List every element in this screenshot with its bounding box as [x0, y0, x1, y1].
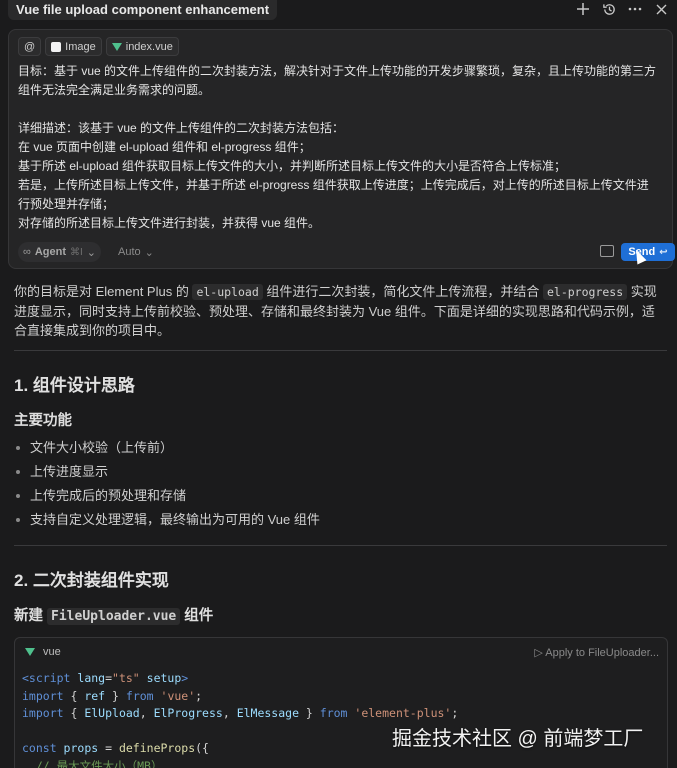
code-token: > — [181, 671, 189, 685]
prompt-line: 对存储的所述目标上传文件进行封装，并获得 vue 组件。 — [18, 216, 321, 230]
history-icon[interactable] — [601, 1, 617, 17]
code-line: // 最大文件大小（MB） — [22, 758, 659, 768]
chevron-down-icon: ⌄ — [144, 246, 154, 259]
file-chip-index-vue[interactable]: index.vue — [105, 37, 179, 56]
vue-icon — [25, 648, 35, 656]
inline-code: FileUploader.vue — [47, 608, 181, 625]
code-token: props — [56, 741, 99, 755]
list-item: 上传进度显示 — [14, 463, 654, 487]
response-intro: 你的目标是对 Element Plus 的 el-upload 组件进行二次封装… — [14, 284, 657, 338]
features-list: 文件大小校验（上传前） 上传进度显示 上传完成后的预处理和存储 支持自定义处理逻… — [14, 439, 654, 535]
list-item: 文件大小校验（上传前） — [14, 439, 654, 463]
code-token: , — [139, 706, 154, 720]
section-heading: 2. 二次封装组件实现 — [14, 571, 169, 590]
return-key-icon: ↩ — [659, 246, 668, 258]
close-icon[interactable] — [653, 1, 669, 17]
composer-footer: ∞ Agent ⌘I ⌄ Auto ⌄ Send ↩ — [18, 242, 675, 262]
code-token: const — [22, 741, 57, 755]
apply-to-file-button[interactable]: ▷ Apply to FileUploader... — [534, 646, 659, 659]
code-token: ElMessage — [236, 706, 299, 720]
divider — [14, 350, 667, 351]
code-token: defineProps — [118, 741, 196, 755]
code-token: <script — [22, 671, 78, 685]
section-heading: 1. 组件设计思路 — [14, 376, 135, 395]
attach-image-icon[interactable] — [600, 245, 614, 257]
code-token: { — [63, 706, 85, 720]
mention-chip[interactable]: @ — [18, 37, 42, 56]
prompt-line: 详细描述：该基于 vue 的文件上传组件的二次封装方法包括： — [18, 121, 345, 135]
code-block-header: vue ▷ Apply to FileUploader... — [15, 638, 667, 666]
context-chips: @ Image index.vue — [18, 37, 179, 56]
code-line: import { ElUpload, ElProgress, ElMessage… — [22, 705, 659, 723]
top-icons — [575, 0, 669, 18]
code-token: ElProgress — [153, 706, 223, 720]
model-selector[interactable]: Auto ⌄ — [118, 242, 154, 262]
prompt-line: 若是，上传所述目标上传文件，并基于所述 el-progress 组件获取上传进度… — [18, 178, 649, 192]
code-token: = — [105, 671, 113, 685]
code-token: } — [105, 688, 126, 703]
message-composer[interactable]: @ Image index.vue 目标：基于 vue 的文件上传组件的二次封装… — [8, 29, 675, 269]
prompt-blank-line — [18, 100, 663, 119]
prompt-line: 在 vue 页面中创建 el-upload 组件和 el-progress 组件… — [18, 140, 311, 154]
image-chip[interactable]: Image — [45, 37, 102, 56]
code-token: // 最大文件大小（MB） — [22, 758, 163, 768]
code-token: } — [299, 706, 320, 720]
code-body: <script lang="ts" setup> import { ref } f… — [15, 666, 667, 768]
inline-code: el-progress — [542, 284, 628, 300]
more-icon[interactable] — [627, 1, 643, 17]
subsection-heading: 主要功能 — [14, 413, 72, 429]
code-token: lang — [77, 671, 106, 685]
prompt-line: 行预处理并存储； — [18, 197, 115, 211]
agent-shortcut: ⌘I — [70, 246, 83, 258]
prompt-text[interactable]: 目标：基于 vue 的文件上传组件的二次封装方法，解决针对于文件上传功能的开发步… — [18, 62, 663, 233]
code-token: "ts" — [112, 671, 140, 685]
code-token: { — [63, 688, 85, 703]
new-file-heading: 新建 FileUploader.vue 组件 — [14, 608, 214, 625]
list-item: 上传完成后的预处理和存储 — [14, 487, 654, 511]
code-line: import { ref } from 'vue'; — [22, 688, 659, 706]
send-button[interactable]: Send ↩ — [621, 243, 675, 261]
code-token: import — [22, 706, 64, 720]
code-token: ({ — [195, 741, 209, 755]
prompt-line: 目标：基于 vue 的文件上传组件的二次封装方法，解决针对于文件上传功能的开发步… — [18, 64, 657, 78]
code-token: from — [319, 706, 348, 720]
image-icon — [51, 41, 62, 52]
agent-mode-selector[interactable]: ∞ Agent ⌘I ⌄ — [18, 242, 102, 262]
code-token: , — [222, 706, 237, 720]
prompt-line: 基于所述 el-upload 组件获取目标上传文件的大小，并判断所述目标上传文件… — [18, 159, 567, 173]
code-token: 'element-plus' — [347, 706, 452, 720]
code-token: ; — [451, 706, 459, 720]
code-token: = — [98, 741, 119, 755]
code-language: vue — [25, 646, 61, 658]
chat-title-tab[interactable]: Vue file upload component enhancement — [8, 0, 278, 20]
divider — [14, 545, 667, 546]
code-token: import — [22, 688, 64, 703]
watermark-text: 掘金技术社区 @ 前端梦工厂 — [392, 728, 644, 750]
code-token: ref — [84, 688, 106, 703]
code-token: 'vue' — [153, 688, 196, 703]
top-bar: Vue file upload component enhancement — [0, 0, 677, 20]
prompt-line: 组件无法完全满足业务需求的问题。 — [18, 83, 211, 97]
vue-icon — [111, 42, 122, 51]
list-item: 支持自定义处理逻辑，最终输出为可用的 Vue 组件 — [14, 511, 654, 535]
code-token: from — [125, 688, 154, 703]
plus-icon[interactable] — [575, 1, 591, 17]
code-line: <script lang="ts" setup> — [22, 670, 659, 688]
infinity-icon: ∞ — [23, 246, 31, 258]
chevron-down-icon: ⌄ — [86, 246, 97, 259]
code-token: ; — [195, 688, 203, 703]
code-token: ElUpload — [84, 706, 140, 720]
code-token: setup — [139, 671, 182, 685]
inline-code: el-upload — [192, 284, 263, 300]
